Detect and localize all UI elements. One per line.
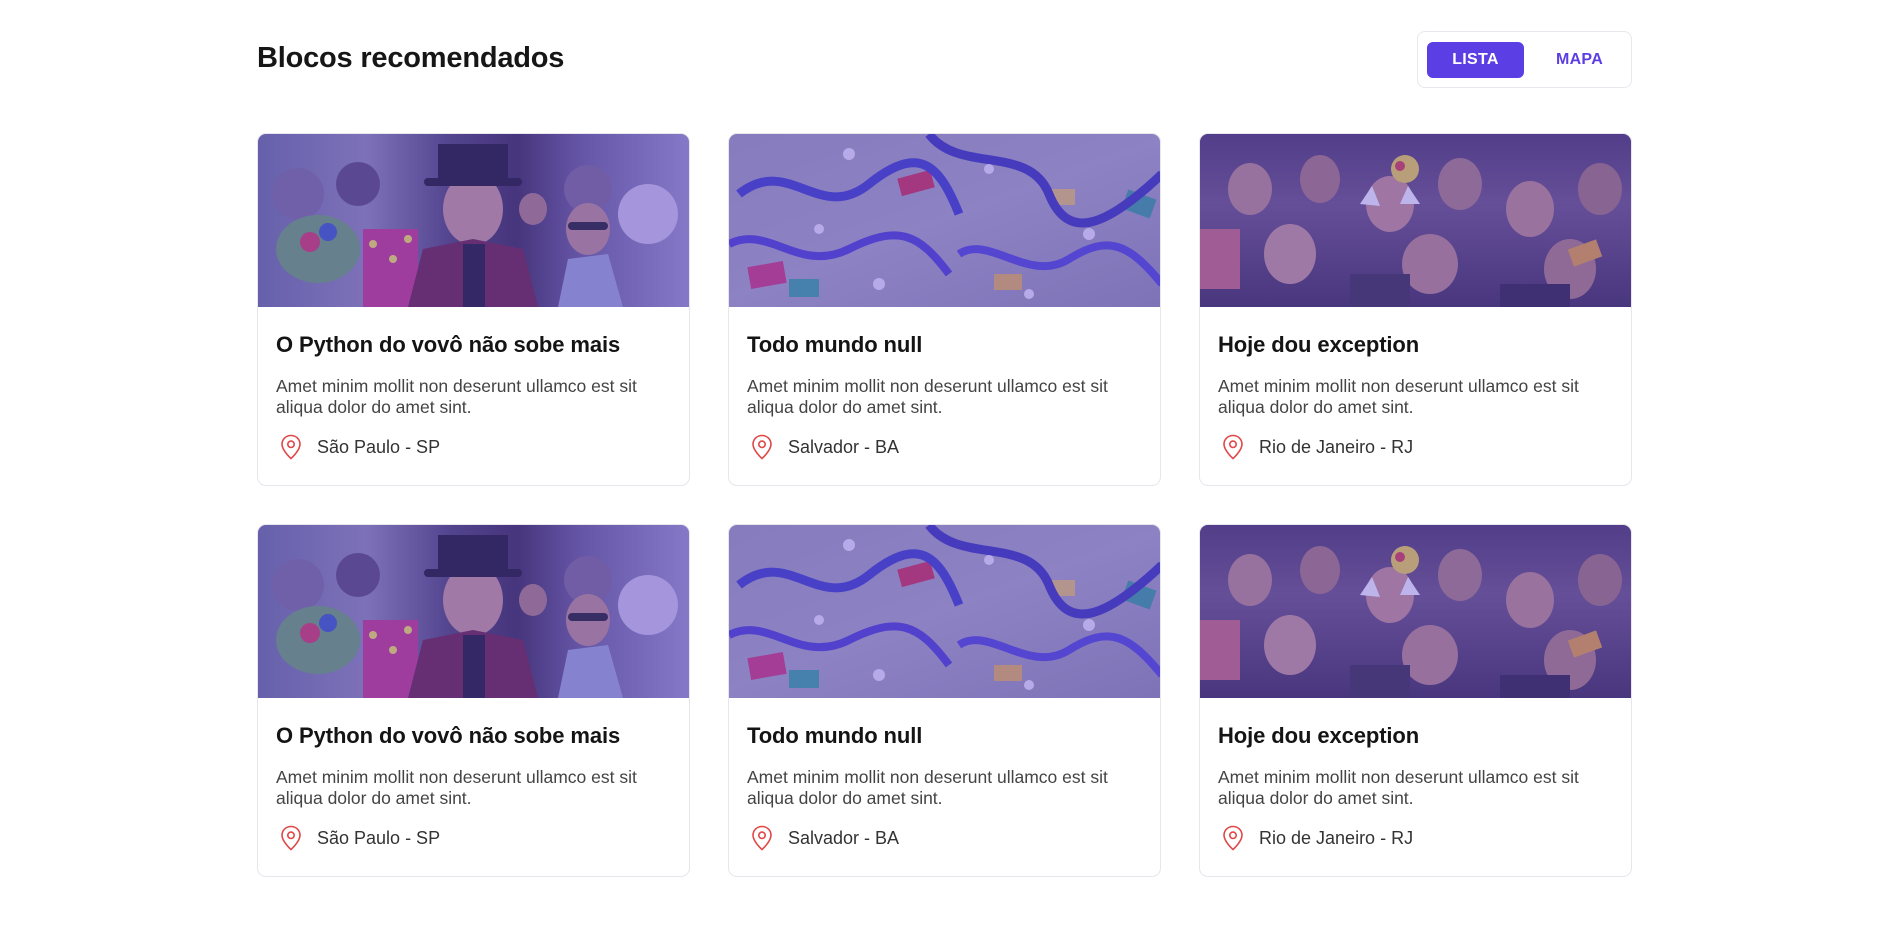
view-toggle: LISTA MAPA (1417, 31, 1632, 88)
card-title: Hoje dou exception (1218, 723, 1420, 748)
card-description: Amet minim mollit non deserunt ullamco e… (276, 376, 637, 417)
map-pin-icon (751, 434, 773, 460)
card-description: Amet minim mollit non deserunt ullamco e… (276, 767, 637, 808)
card-image (1200, 525, 1631, 698)
block-card[interactable]: Hoje dou exception Amet minim mollit non… (1199, 524, 1632, 877)
card-image (258, 134, 689, 307)
card-description: Amet minim mollit non deserunt ullamco e… (747, 376, 1108, 417)
map-pin-icon (1222, 434, 1244, 460)
card-description: Amet minim mollit non deserunt ullamco e… (747, 767, 1108, 808)
card-location-text: São Paulo - SP (317, 827, 441, 848)
block-card[interactable]: O Python do vovô não sobe mais Amet mini… (257, 524, 690, 877)
map-view-button[interactable]: MAPA (1531, 42, 1628, 78)
page-title: Blocos recomendados (257, 42, 565, 74)
block-card[interactable]: Todo mundo null Amet minim mollit non de… (728, 524, 1161, 877)
recommended-blocks-section: Blocos recomendados LISTA MAPA O Python … (257, 0, 1632, 877)
card-image (258, 525, 689, 698)
map-pin-icon (1222, 825, 1244, 851)
card-title: O Python do vovô não sobe mais (276, 723, 621, 748)
card-location: Rio de Janeiro - RJ (1218, 434, 1613, 460)
card-location: Rio de Janeiro - RJ (1218, 825, 1613, 851)
list-view-button[interactable]: LISTA (1427, 42, 1524, 78)
card-title: O Python do vovô não sobe mais (276, 332, 621, 357)
card-title: Todo mundo null (747, 723, 923, 748)
card-location: Salvador - BA (747, 825, 1142, 851)
card-title: Todo mundo null (747, 332, 923, 357)
card-description: Amet minim mollit non deserunt ullamco e… (1218, 376, 1579, 417)
card-location-text: Salvador - BA (788, 827, 900, 848)
card-location: São Paulo - SP (276, 434, 671, 460)
card-image (729, 525, 1160, 698)
map-pin-icon (280, 434, 302, 460)
map-pin-icon (280, 825, 302, 851)
card-title: Hoje dou exception (1218, 332, 1420, 357)
card-description: Amet minim mollit non deserunt ullamco e… (1218, 767, 1579, 808)
card-location: São Paulo - SP (276, 825, 671, 851)
card-image (729, 134, 1160, 307)
card-location-text: Rio de Janeiro - RJ (1259, 436, 1414, 457)
map-pin-icon (751, 825, 773, 851)
block-card[interactable]: O Python do vovô não sobe mais Amet mini… (257, 133, 690, 486)
card-location-text: Rio de Janeiro - RJ (1259, 827, 1414, 848)
card-location-text: Salvador - BA (788, 436, 900, 457)
section-header: Blocos recomendados LISTA MAPA (257, 0, 1632, 120)
blocks-grid: O Python do vovô não sobe mais Amet mini… (257, 133, 1632, 877)
block-card[interactable]: Hoje dou exception Amet minim mollit non… (1199, 133, 1632, 486)
block-card[interactable]: Todo mundo null Amet minim mollit non de… (728, 133, 1161, 486)
card-image (1200, 134, 1631, 307)
card-location-text: São Paulo - SP (317, 436, 441, 457)
card-location: Salvador - BA (747, 434, 1142, 460)
